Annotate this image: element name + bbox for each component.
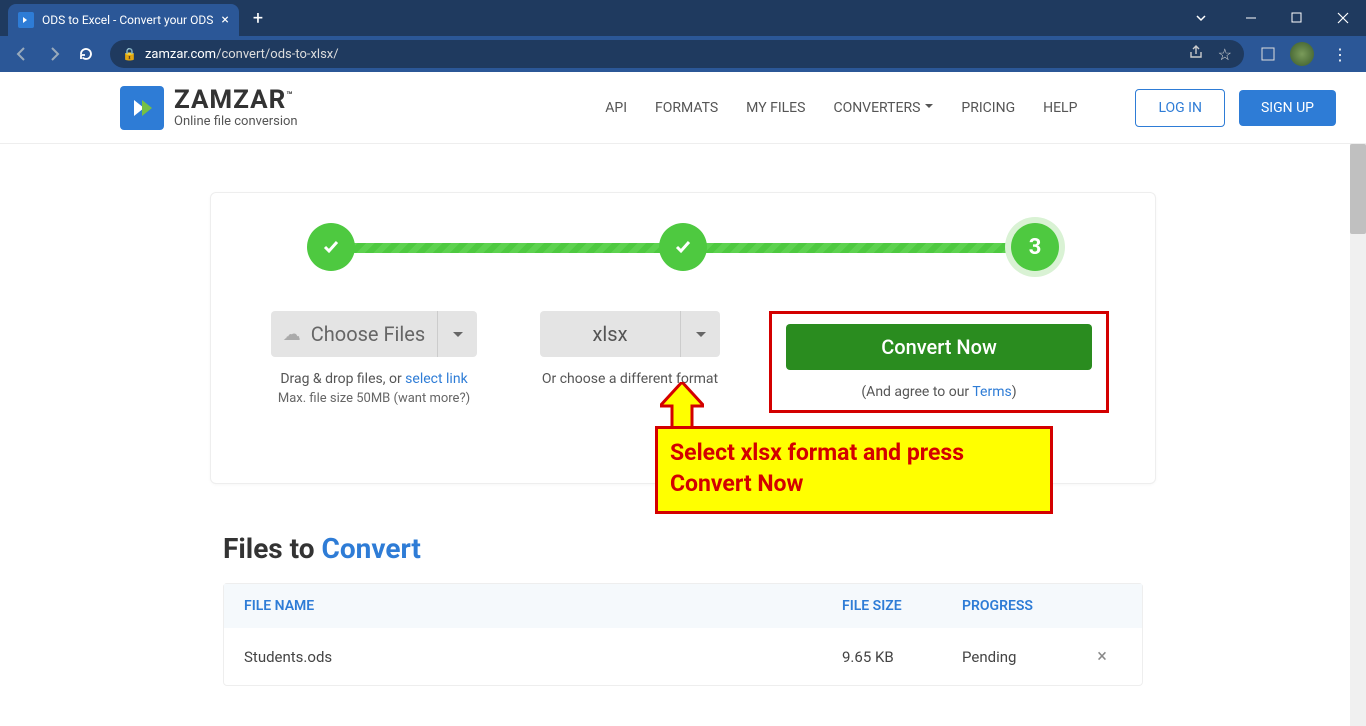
nav-help[interactable]: HELP — [1043, 100, 1077, 116]
step-2 — [659, 223, 707, 271]
cell-filesize: 9.65 KB — [842, 648, 962, 666]
annotation-box: Select xlsx format and press Convert Now — [655, 426, 1053, 514]
browser-tab[interactable]: ODS to Excel - Convert your ODS × — [8, 4, 239, 36]
logo-mark-icon — [120, 86, 164, 130]
format-dropdown[interactable] — [680, 311, 720, 357]
files-section: Files to Convert FILE NAME FILE SIZE PRO… — [223, 532, 1143, 686]
caret-down-icon — [453, 332, 463, 342]
files-table: FILE NAME FILE SIZE PROGRESS Students.od… — [223, 583, 1143, 686]
url-input[interactable]: 🔒 zamzar.com/convert/ods-to-xlsx/ ☆ — [110, 40, 1244, 68]
th-progress: PROGRESS — [962, 598, 1082, 614]
convert-highlight-box: Convert Now (And agree to our Terms) — [769, 311, 1109, 413]
nav-pricing[interactable]: PRICING — [961, 100, 1015, 116]
convert-now-button[interactable]: Convert Now — [786, 324, 1092, 370]
cell-filename: Students.ods — [244, 648, 842, 666]
terms-hint: (And agree to our Terms) — [786, 384, 1092, 400]
tab-favicon — [18, 12, 34, 28]
browser-menu-icon[interactable]: ⋮ — [1322, 45, 1358, 64]
choose-files-label: Choose Files — [311, 322, 425, 346]
tab-title: ODS to Excel - Convert your ODS — [42, 13, 213, 27]
signup-button[interactable]: SIGN UP — [1239, 90, 1336, 126]
caret-down-icon — [696, 332, 706, 342]
files-title: Files to Convert — [223, 532, 1143, 565]
login-button[interactable]: LOG IN — [1135, 89, 1225, 127]
tab-close-icon[interactable]: × — [221, 12, 228, 28]
window-controls — [1178, 0, 1366, 36]
th-filename: FILE NAME — [244, 598, 842, 614]
new-tab-button[interactable]: + — [253, 8, 263, 29]
url-text: zamzar.com/convert/ods-to-xlsx/ — [145, 47, 1180, 62]
table-header: FILE NAME FILE SIZE PROGRESS — [224, 584, 1142, 628]
site-header: ZAMZAR™ Online file conversion API FORMA… — [0, 72, 1366, 144]
nav-api[interactable]: API — [605, 100, 627, 116]
scrollbar[interactable] — [1350, 144, 1366, 726]
nav-converters[interactable]: CONVERTERS — [833, 100, 933, 116]
th-filesize: FILE SIZE — [842, 598, 962, 614]
choose-hint: Drag & drop files, or select link — [280, 371, 467, 387]
cell-progress: Pending — [962, 648, 1082, 666]
page-viewport: ZAMZAR™ Online file conversion API FORMA… — [0, 72, 1366, 726]
minimize-button[interactable] — [1228, 0, 1274, 36]
format-selected-label: xlsx — [540, 311, 680, 357]
choose-files-button[interactable]: ☁ Choose Files — [271, 311, 477, 357]
remove-file-button[interactable]: × — [1082, 646, 1122, 667]
step-track: 3 — [331, 223, 1035, 271]
back-button[interactable] — [8, 40, 36, 68]
nav-myfiles[interactable]: MY FILES — [746, 100, 805, 116]
choose-hint2: Max. file size 50MB (want more?) — [278, 391, 470, 406]
browser-titlebar: ODS to Excel - Convert your ODS × + — [0, 0, 1366, 36]
close-window-button[interactable] — [1320, 0, 1366, 36]
step-1 — [307, 223, 355, 271]
bookmark-icon[interactable]: ☆ — [1218, 45, 1232, 64]
annotation-line2: Convert Now — [670, 468, 1038, 499]
choose-files-dropdown[interactable] — [437, 311, 477, 357]
lock-icon: 🔒 — [122, 47, 137, 61]
step-3: 3 — [1011, 223, 1059, 271]
terms-link[interactable]: Terms — [972, 384, 1011, 400]
brand-tagline: Online file conversion — [174, 115, 298, 128]
maximize-button[interactable] — [1274, 0, 1320, 36]
extensions-icon[interactable] — [1254, 40, 1282, 68]
site-logo[interactable]: ZAMZAR™ Online file conversion — [120, 86, 298, 130]
reload-button[interactable] — [72, 40, 100, 68]
table-row: Students.ods 9.65 KB Pending × — [224, 628, 1142, 685]
select-link[interactable]: select link — [405, 371, 468, 387]
annotation-line1: Select xlsx format and press — [670, 437, 1038, 468]
want-more-link[interactable]: want more? — [398, 391, 466, 406]
tab-search-icon[interactable] — [1178, 0, 1224, 36]
format-select[interactable]: xlsx — [540, 311, 720, 357]
nav-formats[interactable]: FORMATS — [655, 100, 718, 116]
brand-name: ZAMZAR™ — [174, 87, 298, 113]
forward-button[interactable] — [40, 40, 68, 68]
share-icon[interactable] — [1188, 44, 1204, 64]
scrollbar-thumb[interactable] — [1350, 144, 1366, 234]
upload-icon: ☁ — [283, 324, 301, 345]
browser-address-bar: 🔒 zamzar.com/convert/ods-to-xlsx/ ☆ ⋮ — [0, 36, 1366, 72]
profile-avatar[interactable] — [1290, 42, 1314, 66]
